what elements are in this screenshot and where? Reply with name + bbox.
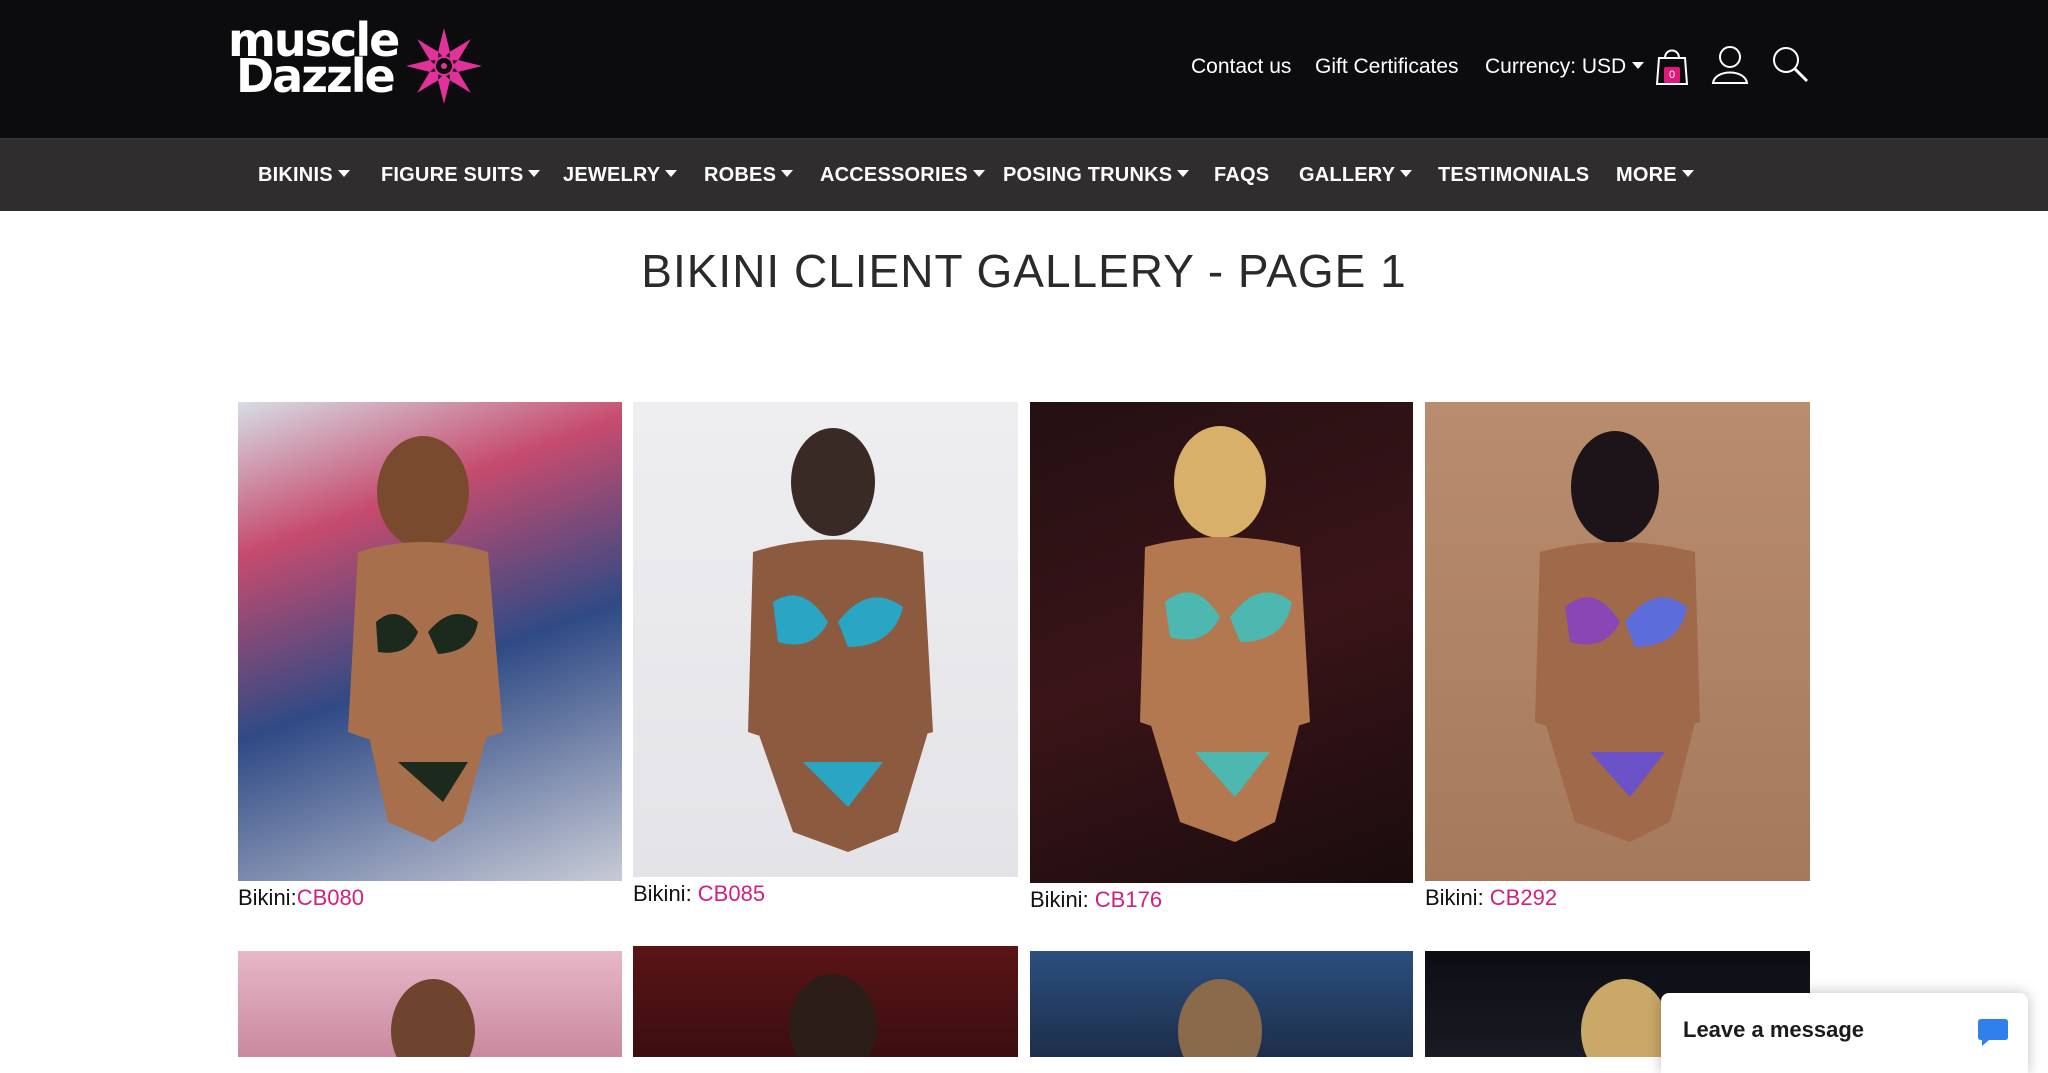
currency-selector[interactable]: Currency: USD: [1485, 54, 1645, 80]
chevron-down-icon: [972, 170, 985, 178]
search-button[interactable]: [1770, 44, 1810, 86]
logo-wordmark: muscle Dazzle: [228, 17, 400, 103]
contact-us-link[interactable]: Contact us: [1191, 54, 1291, 80]
chevron-down-icon: [1632, 61, 1645, 69]
nav-item-figure-suits[interactable]: FIGURE SUITS: [381, 139, 541, 212]
chevron-down-icon: [1681, 170, 1694, 178]
competitor-figure-image: [1535, 431, 1700, 842]
logo-star-icon: [406, 28, 482, 104]
product-code-link[interactable]: CB176: [1095, 887, 1162, 912]
nav-label: BIKINIS: [258, 164, 333, 186]
cart-count-badge: 0: [1664, 67, 1680, 83]
nav-label: MORE: [1616, 164, 1677, 186]
gallery-caption: Bikini: CB292: [1425, 885, 1557, 911]
nav-label: ROBES: [704, 164, 777, 186]
gallery-caption: Bikini:CB080: [238, 885, 364, 911]
gallery-photo-cb176[interactable]: [1030, 402, 1413, 883]
competitor-figure-image: [391, 979, 475, 1057]
chat-widget[interactable]: Leave a message: [1661, 993, 2028, 1073]
account-button[interactable]: [1710, 44, 1750, 86]
nav-item-faqs[interactable]: FAQS: [1214, 139, 1269, 212]
chevron-down-icon: [1400, 170, 1413, 178]
gift-certificates-link[interactable]: Gift Certificates: [1315, 54, 1459, 80]
gallery-caption: Bikini: CB176: [1030, 887, 1162, 913]
currency-label: Currency: USD: [1485, 55, 1627, 78]
gallery-photo-cb085[interactable]: [633, 402, 1018, 877]
caption-prefix: Bikini:: [1030, 887, 1095, 912]
caption-prefix: Bikini:: [1425, 885, 1490, 910]
search-icon: [1773, 47, 1809, 83]
gallery-photo-row2-2[interactable]: [633, 946, 1018, 1057]
nav-label: FAQS: [1214, 164, 1270, 186]
nav-item-accessories[interactable]: ACCESSORIES: [820, 139, 985, 212]
nav-label: ACCESSORIES: [820, 164, 968, 186]
nav-label: POSING TRUNKS: [1003, 164, 1173, 186]
chevron-down-icon: [528, 170, 541, 178]
nav-label: JEWELRY: [563, 164, 661, 186]
nav-item-gallery[interactable]: GALLERY: [1299, 139, 1413, 212]
caption-prefix: Bikini:: [633, 881, 698, 906]
user-icon: [1711, 46, 1749, 84]
competitor-figure-image: [748, 428, 933, 852]
chevron-down-icon: [781, 170, 794, 178]
gallery-photo-row2-3[interactable]: [1030, 951, 1413, 1057]
nav-item-jewelry[interactable]: JEWELRY: [563, 139, 678, 212]
logo-word-2: Dazzle: [236, 49, 396, 103]
product-code-link[interactable]: CB085: [698, 881, 765, 906]
competitor-figure-image: [1140, 426, 1310, 842]
chat-bubble-icon: [1978, 1019, 2008, 1046]
musclehdazzle-logo[interactable]: muscle Dazzle: [228, 17, 488, 108]
main-nav: BIKINIS FIGURE SUITS JEWELRY ROBES ACCES…: [0, 138, 2048, 211]
gallery-caption: Bikini: CB085: [633, 881, 765, 907]
caption-prefix: Bikini:: [238, 885, 297, 910]
chat-label: Leave a message: [1683, 1017, 1865, 1042]
nav-item-more[interactable]: MORE: [1616, 139, 1694, 212]
gallery-photo-cb292[interactable]: [1425, 402, 1810, 881]
site-header: muscle Dazzle Contact us Gift Certificat…: [0, 0, 2048, 138]
product-code-link[interactable]: CB292: [1490, 885, 1557, 910]
nav-item-bikinis[interactable]: BIKINIS: [258, 139, 350, 212]
page-title: BIKINI CLIENT GALLERY - PAGE 1: [641, 245, 1407, 297]
cart-button[interactable]: 0: [1652, 44, 1692, 86]
product-code-link[interactable]: CB080: [297, 885, 364, 910]
nav-label: TESTIMONIALS: [1438, 164, 1590, 186]
chevron-down-icon: [1177, 170, 1190, 178]
nav-label: FIGURE SUITS: [381, 164, 524, 186]
competitor-figure-image: [348, 436, 503, 842]
competitor-figure-image: [789, 974, 877, 1057]
chevron-down-icon: [337, 170, 350, 178]
gallery-photo-row2-1[interactable]: [238, 951, 622, 1057]
competitor-figure-image: [1178, 979, 1262, 1057]
gallery-photo-cb080[interactable]: [238, 402, 622, 881]
nav-item-posing-trunks[interactable]: POSING TRUNKS: [1003, 139, 1190, 212]
nav-label: GALLERY: [1299, 164, 1396, 186]
chevron-down-icon: [665, 170, 678, 178]
nav-item-testimonials[interactable]: TESTIMONIALS: [1438, 139, 1589, 212]
nav-item-robes[interactable]: ROBES: [704, 139, 794, 212]
